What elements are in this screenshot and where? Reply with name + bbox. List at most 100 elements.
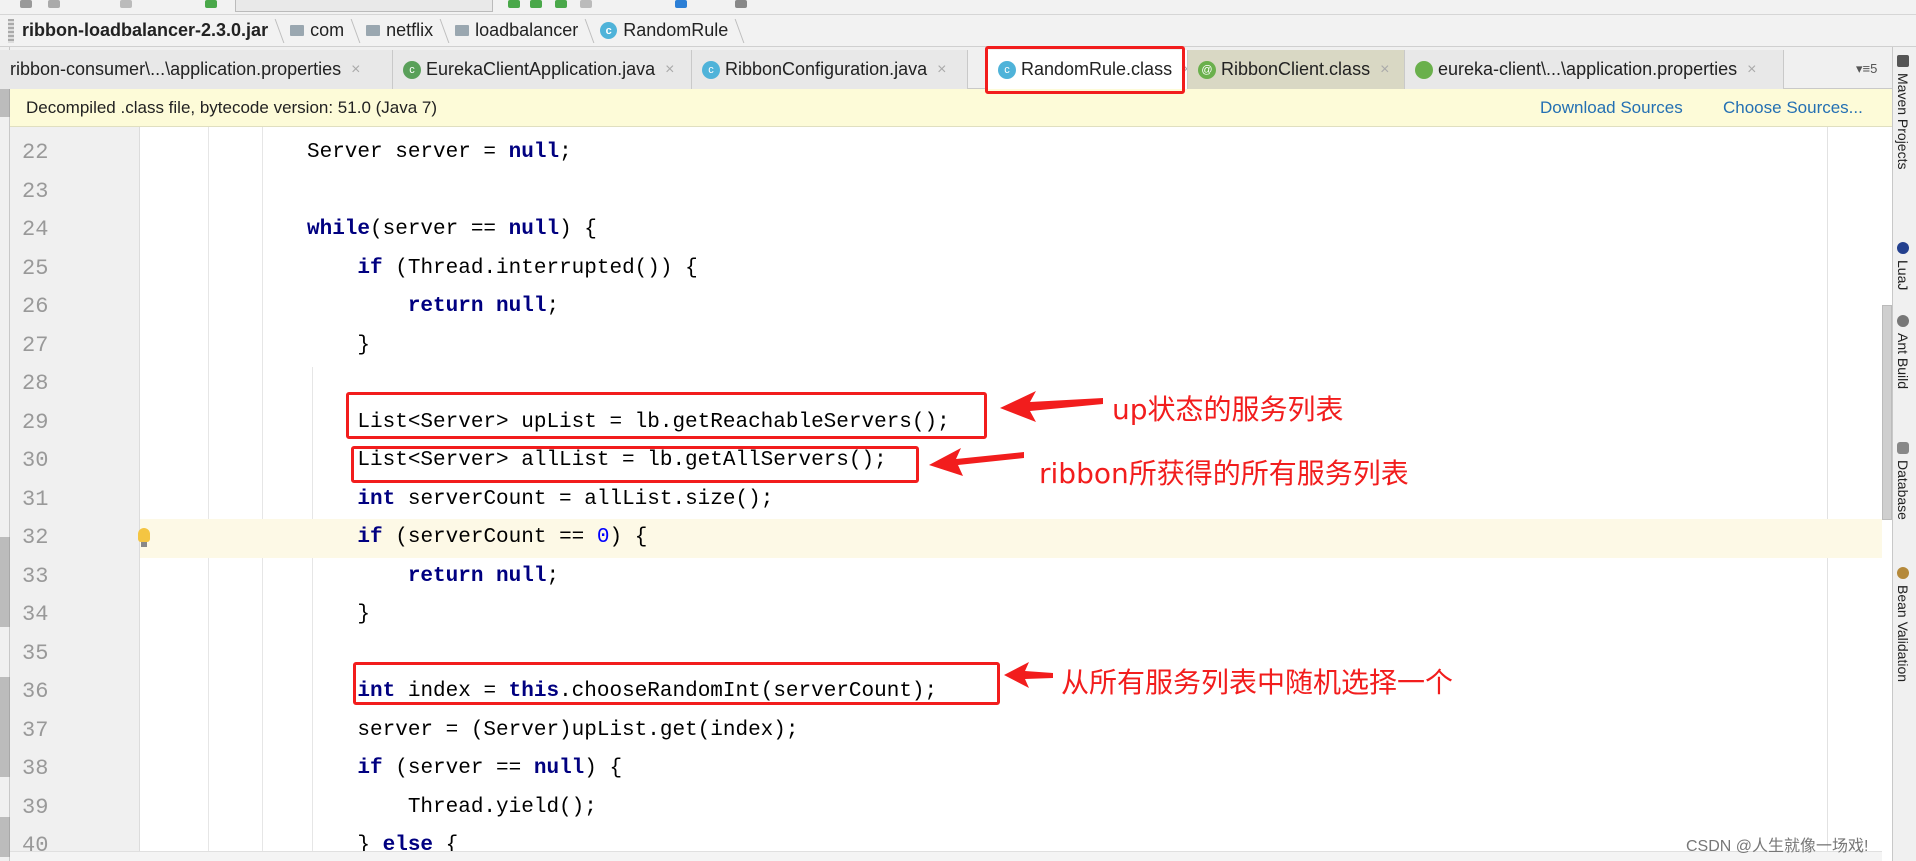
code-token: Server server =: [307, 141, 509, 164]
tool-window-maven-projects[interactable]: Maven Projects: [1895, 55, 1911, 169]
code-line[interactable]: 40 } else {: [10, 827, 1882, 851]
toolbar-icon[interactable]: [20, 0, 32, 8]
download-sources-link[interactable]: Download Sources: [1540, 98, 1683, 118]
sdk-icon[interactable]: [735, 0, 747, 8]
bean-validation-icon: [1897, 567, 1909, 579]
code-line[interactable]: 22 Server server = null;: [10, 134, 1882, 173]
line-number: 39: [22, 794, 49, 820]
code-line[interactable]: 39 Thread.yield();: [10, 789, 1882, 828]
code-line[interactable]: 33 return null;: [10, 558, 1882, 597]
code-token: {: [433, 834, 459, 851]
breadcrumb-jar[interactable]: ribbon-loadbalancer-2.3.0.jar: [0, 15, 282, 47]
class-icon: c: [702, 60, 720, 79]
tool-window-label: Ant Build: [1895, 333, 1911, 390]
code-token: server = (Server)upList.get(index);: [307, 718, 799, 742]
tool-window-luaj[interactable]: LuaJ: [1895, 242, 1911, 290]
vertical-scrollbar[interactable]: [1882, 305, 1892, 520]
tab-eureka-client-application[interactable]: c EurekaClientApplication.java ×: [393, 50, 692, 89]
code-line[interactable]: 25 if (Thread.interrupted()) {: [10, 250, 1882, 289]
line-number: 28: [22, 371, 49, 396]
tab-ribbon-client-class[interactable]: @ RibbonClient.class ×: [1188, 50, 1405, 89]
code-line[interactable]: 24 while(server == null) {: [10, 211, 1882, 250]
tool-window-bean-validation[interactable]: Bean Validation: [1895, 567, 1911, 682]
tool-window-structure[interactable]: [0, 537, 10, 627]
breadcrumb-randomrule[interactable]: c RandomRule: [592, 15, 742, 47]
tab-ribbon-configuration[interactable]: c RibbonConfiguration.java ×: [692, 50, 968, 89]
tool-window-favorites[interactable]: [0, 677, 10, 777]
code-line[interactable]: 37 server = (Server)upList.get(index);: [10, 712, 1882, 751]
code-line[interactable]: 32 if (serverCount == 0) {: [22, 519, 1882, 558]
breadcrumb-netflix[interactable]: netflix: [358, 15, 447, 47]
code-token: serverCount = allList.size();: [395, 487, 774, 511]
intention-bulb-icon[interactable]: [138, 528, 150, 547]
highlight-box-uplist: [346, 392, 987, 439]
coverage-icon[interactable]: [555, 0, 567, 8]
class-icon: c: [600, 22, 618, 39]
close-icon[interactable]: ×: [937, 61, 946, 79]
code-line[interactable]: 30 List<Server> allList = lb.getAllServe…: [10, 442, 1882, 481]
line-number: 32: [22, 525, 49, 550]
keyword-token: if: [357, 526, 383, 549]
breadcrumb: ribbon-loadbalancer-2.3.0.jar com netfli…: [0, 15, 1916, 47]
properties-leaf-icon: [1415, 60, 1433, 79]
code-token: }: [307, 333, 371, 357]
stop-icon[interactable]: [580, 0, 592, 8]
toolbar-icon[interactable]: [48, 0, 60, 8]
code-token: Thread.yield();: [307, 795, 597, 819]
tool-window-database[interactable]: Database: [1895, 442, 1911, 520]
tab-label: EurekaClientApplication.java: [426, 59, 656, 79]
run-icon[interactable]: [508, 0, 520, 8]
tab-consumer-application-properties[interactable]: ribbon-consumer\...\application.properti…: [0, 50, 393, 89]
banner-message: Decompiled .class file, bytecode version…: [26, 97, 438, 117]
structure-icon[interactable]: [675, 0, 687, 8]
breadcrumb-loadbalancer[interactable]: loadbalancer: [447, 15, 592, 47]
code-text: }: [307, 327, 370, 366]
annotation-up-list: up状态的服务列表: [1112, 393, 1344, 426]
debug-icon[interactable]: [530, 0, 542, 8]
tab-label: ribbon-consumer\...\application.properti…: [10, 59, 342, 79]
code-line[interactable]: 31 int serverCount = allList.size();: [10, 481, 1882, 520]
code-line[interactable]: 27 }: [10, 327, 1882, 366]
run-configuration-select[interactable]: [235, 0, 493, 12]
close-icon[interactable]: ×: [351, 61, 360, 79]
code-text: while(server == null) {: [307, 211, 597, 250]
line-number: 33: [22, 563, 49, 589]
close-icon[interactable]: ×: [665, 61, 674, 79]
code-line[interactable]: 26 return null;: [10, 288, 1882, 327]
code-editor[interactable]: 22 Server server = null; 23 24 while(server …: [10, 127, 1882, 851]
line-number: 29: [22, 409, 49, 435]
code-line[interactable]: 34 }: [10, 596, 1882, 635]
build-icon[interactable]: [205, 0, 217, 8]
code-line[interactable]: 38 if (server == null) {: [10, 750, 1882, 789]
tab-eureka-client-application-properties[interactable]: eureka-client\...\application.properties…: [1405, 50, 1784, 89]
code-token: ;: [546, 564, 560, 588]
breadcrumb-label: RandomRule: [623, 20, 729, 40]
main-toolbar: [0, 0, 1916, 15]
code-token: ;: [546, 295, 560, 318]
code-token: ;: [559, 141, 572, 164]
tool-window-web[interactable]: [0, 817, 10, 857]
breadcrumb-com[interactable]: com: [282, 15, 358, 47]
close-icon[interactable]: ×: [1747, 61, 1756, 79]
line-number: 30: [22, 448, 49, 473]
close-icon[interactable]: ×: [1380, 61, 1389, 79]
tool-window-ant-build[interactable]: Ant Build: [1895, 315, 1911, 389]
code-line[interactable]: 23: [10, 173, 1882, 212]
keyword-token: null: [533, 757, 585, 780]
tabs-overflow-button[interactable]: ▾≡5: [1856, 61, 1877, 77]
code-text: if (server == null) {: [307, 750, 622, 789]
horizontal-scrollbar[interactable]: [10, 851, 1882, 861]
code-text: return null;: [307, 558, 559, 597]
tool-window-label: Bean Validation: [1895, 585, 1911, 683]
code-text: return null;: [307, 288, 559, 327]
tool-window-label: LuaJ: [1895, 260, 1911, 291]
annotation-all-list: ribbon所获得的所有服务列表: [1039, 457, 1409, 490]
choose-sources-link[interactable]: Choose Sources...: [1723, 98, 1863, 118]
tab-label: eureka-client\...\application.properties: [1438, 59, 1738, 79]
keyword-token: return null: [407, 295, 547, 318]
spring-boot-class-icon: c: [403, 60, 421, 79]
toolbar-icon[interactable]: [120, 0, 132, 8]
